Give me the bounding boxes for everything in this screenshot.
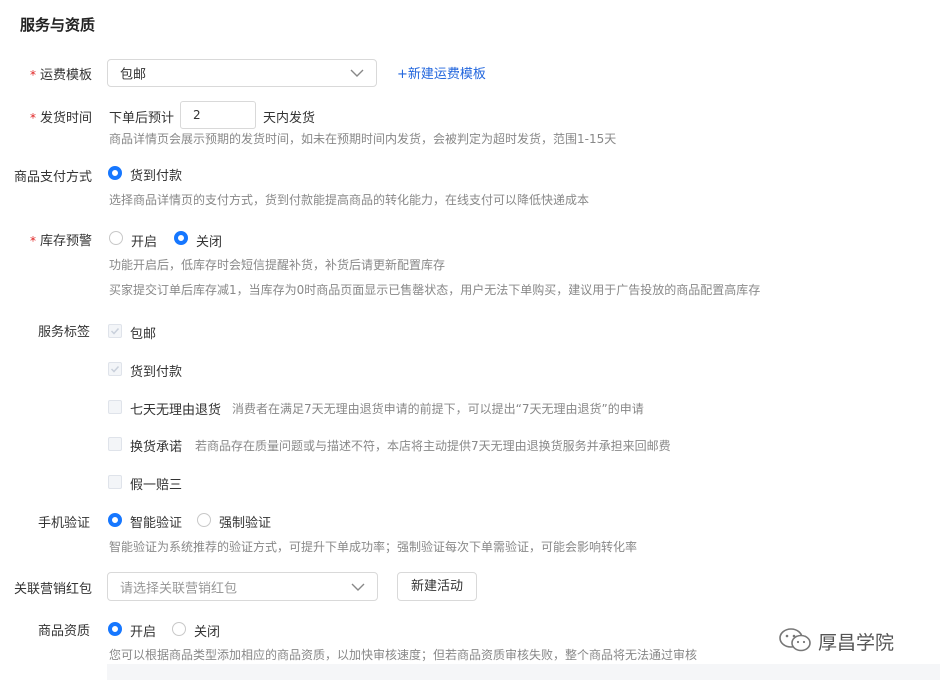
required-mark: * bbox=[30, 68, 36, 82]
required-mark: * bbox=[30, 111, 36, 125]
qualification-on-label: 开启 bbox=[130, 625, 157, 640]
payment-help: 选择商品详情页的支付方式，货到付款能提高商品的转化能力，在线支付可以降低快递成本 bbox=[109, 193, 590, 207]
tag-free-shipping-label: 包邮 bbox=[130, 327, 157, 342]
new-shipping-template-link[interactable]: +新建运费模板 bbox=[397, 63, 486, 82]
stock-alert-label: * 库存预警 bbox=[30, 234, 93, 249]
stock-alert-off-label: 关闭 bbox=[196, 235, 223, 250]
delivery-help: 商品详情页会展示预期的发货时间，如未在预期时间内发货，会被判定为超时发货，范围1… bbox=[109, 132, 617, 146]
phone-verify-label: 手机验证 bbox=[38, 516, 91, 531]
tag-free-shipping-checkbox[interactable] bbox=[108, 324, 122, 338]
red-packet-placeholder: 请选择关联营销红包 bbox=[120, 581, 238, 596]
tag-7day-return-checkbox[interactable] bbox=[108, 400, 122, 414]
new-activity-button[interactable]: 新建活动 bbox=[397, 572, 477, 601]
tag-exchange-checkbox[interactable] bbox=[108, 437, 122, 451]
delivery-days-value: 2 bbox=[193, 108, 201, 122]
delivery-suffix: 天内发货 bbox=[263, 111, 316, 126]
stock-alert-help-1: 功能开启后，低库存时会短信提醒补货，补货后请更新配置库存 bbox=[109, 258, 446, 272]
qualification-help: 您可以根据商品类型添加相应的商品资质，以加快审核速度；但若商品资质审核失败，整个… bbox=[109, 648, 698, 662]
check-icon bbox=[110, 365, 120, 373]
red-packet-label: 关联营销红包 bbox=[14, 582, 93, 597]
payment-cod-label: 货到付款 bbox=[130, 169, 183, 184]
tag-cod-label: 货到付款 bbox=[130, 365, 183, 380]
stock-alert-on-radio[interactable] bbox=[109, 231, 123, 245]
watermark-text: 厚昌学院 bbox=[818, 632, 895, 654]
red-packet-select[interactable]: 请选择关联营销红包 bbox=[107, 572, 378, 601]
tag-exchange-desc: 若商品存在质量问题或与描述不符，本店将主动提供7天无理由退换货服务并承担来回邮费 bbox=[195, 439, 671, 453]
tag-7day-return-desc: 消费者在满足7天无理由退货申请的前提下，可以提出“7天无理由退货”的申请 bbox=[232, 402, 644, 416]
shipping-template-select[interactable]: 包邮 bbox=[107, 59, 377, 87]
shipping-template-label: * 运费模板 bbox=[30, 68, 93, 83]
chevron-down-icon bbox=[350, 69, 364, 77]
tag-fake-compensation-checkbox[interactable] bbox=[108, 475, 122, 489]
required-mark: * bbox=[30, 234, 36, 248]
delivery-prefix: 下单后预计 bbox=[109, 111, 175, 126]
shipping-template-value: 包邮 bbox=[120, 67, 147, 83]
phone-verify-smart-radio[interactable] bbox=[108, 513, 122, 527]
tag-exchange-label: 换货承诺 bbox=[130, 440, 183, 455]
phone-verify-help: 智能验证为系统推荐的验证方式，可提升下单成功率；强制验证每次下单需验证，可能会影… bbox=[109, 540, 638, 554]
phone-verify-force-label: 强制验证 bbox=[219, 516, 272, 531]
phone-verify-force-radio[interactable] bbox=[197, 513, 211, 527]
service-tags-label: 服务标签 bbox=[38, 325, 91, 340]
chevron-down-icon bbox=[351, 583, 365, 591]
plus-icon: + bbox=[397, 67, 408, 82]
wechat-icon bbox=[779, 628, 811, 652]
stock-alert-on-label: 开启 bbox=[131, 235, 158, 250]
delivery-days-input[interactable]: 2 bbox=[180, 101, 256, 129]
payment-cod-radio[interactable] bbox=[108, 166, 122, 180]
stock-alert-help-2: 买家提交订单后库存减1，当库存为0时商品页面显示已售罄状态，用户无法下单购买，建… bbox=[109, 283, 761, 297]
qualification-label: 商品资质 bbox=[38, 624, 91, 639]
qualification-off-radio[interactable] bbox=[172, 622, 186, 636]
qualification-on-radio[interactable] bbox=[108, 622, 122, 636]
tag-7day-return-label: 七天无理由退货 bbox=[130, 403, 222, 418]
tag-cod-checkbox[interactable] bbox=[108, 362, 122, 376]
delivery-time-label: * 发货时间 bbox=[30, 111, 93, 126]
qualification-panel bbox=[107, 664, 940, 680]
check-icon bbox=[110, 327, 120, 335]
phone-verify-smart-label: 智能验证 bbox=[130, 516, 183, 531]
stock-alert-off-radio[interactable] bbox=[174, 231, 188, 245]
qualification-off-label: 关闭 bbox=[194, 625, 221, 640]
payment-label: 商品支付方式 bbox=[14, 170, 93, 185]
section-title: 服务与资质 bbox=[20, 16, 96, 34]
tag-fake-compensation-label: 假一赔三 bbox=[130, 478, 183, 493]
